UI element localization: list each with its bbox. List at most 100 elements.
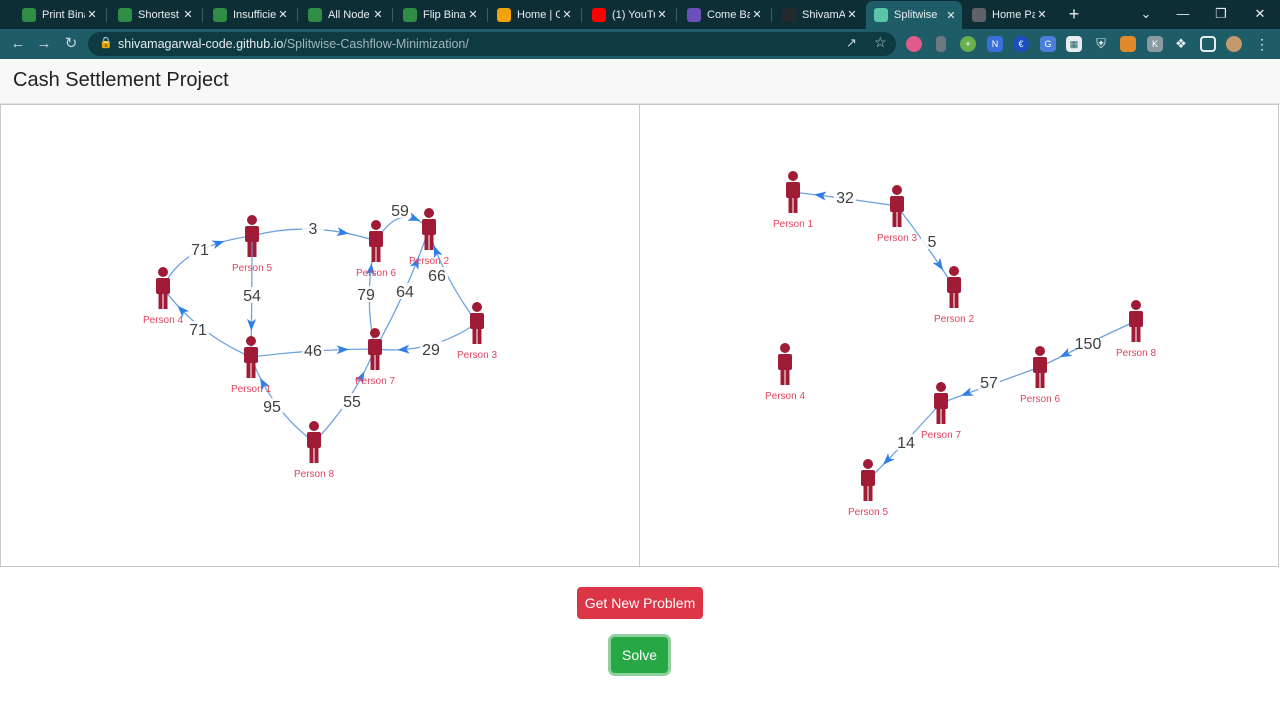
person-icon	[368, 328, 382, 370]
tab-title: Shortest	[138, 8, 179, 21]
edge-line	[375, 216, 430, 242]
url-text[interactable]: shivamagarwal-code.github.io/Splitwise-C…	[118, 37, 469, 51]
person-node[interactable]: Person 6	[1020, 346, 1060, 405]
sidepanel-icon[interactable]	[1200, 36, 1216, 52]
extension-new-icon[interactable]: N	[987, 36, 1003, 52]
extension-k-icon[interactable]: K	[1147, 36, 1163, 52]
extension-tool-icon[interactable]	[936, 36, 946, 52]
close-tab-icon[interactable]: ✕	[655, 8, 669, 21]
browser-tab[interactable]: ShivamA ✕	[774, 2, 863, 27]
person-node[interactable]: Person 2	[934, 266, 974, 325]
close-tab-icon[interactable]: ✕	[466, 8, 480, 21]
person-label: Person 4	[765, 391, 805, 402]
debt-edge[interactable]: 14	[867, 402, 942, 481]
browser-tab[interactable]: Print Bina ✕	[14, 2, 103, 27]
close-tab-icon[interactable]: ✕	[560, 8, 574, 21]
person-icon	[244, 336, 258, 378]
extension-plus-icon[interactable]: +	[960, 36, 976, 52]
extension-chart-icon[interactable]: ▦	[1066, 36, 1082, 52]
new-tab-icon[interactable]: +	[1064, 4, 1084, 24]
person-node[interactable]: Person 1	[773, 171, 813, 230]
forward-icon[interactable]: →	[34, 34, 54, 54]
get-new-problem-button[interactable]: Get New Problem	[577, 587, 703, 619]
extensions-puzzle-icon[interactable]: ❖	[1173, 36, 1189, 52]
minimize-icon[interactable]: —	[1168, 3, 1198, 25]
edge-amount-label: 64	[396, 284, 414, 301]
browser-tab[interactable]: Home | G ✕	[489, 2, 578, 27]
tab-separator	[676, 8, 677, 22]
close-window-icon[interactable]: ✕	[1245, 3, 1275, 25]
browser-tab[interactable]: All Node ✕	[300, 2, 389, 27]
close-tab-icon[interactable]: ✕	[1035, 8, 1049, 21]
debt-edge[interactable]: 5	[896, 205, 955, 288]
back-icon[interactable]: ←	[8, 34, 28, 54]
person-label: Person 1	[231, 384, 271, 395]
share-icon[interactable]: ↗	[846, 35, 857, 51]
edge-amount-label: 55	[343, 394, 361, 411]
tab-title: (1) YouTu	[612, 8, 655, 21]
person-node[interactable]: Person 1	[231, 336, 271, 395]
person-node[interactable]: Person 5	[848, 459, 888, 518]
browser-tab[interactable]: Home Pa ✕	[964, 2, 1053, 27]
restore-icon[interactable]: ❐	[1206, 3, 1236, 25]
extension-colorwheel-icon[interactable]	[906, 36, 922, 52]
browser-tab[interactable]: Come Ba ✕	[679, 2, 768, 27]
debt-edge[interactable]: 64	[374, 228, 430, 350]
reload-icon[interactable]: ↻	[61, 34, 81, 54]
debt-edge[interactable]: 59	[375, 202, 430, 242]
debt-edge[interactable]: 3	[251, 220, 377, 242]
address-bar[interactable]: 🔒 shivamagarwal-code.github.io/Splitwise…	[88, 32, 896, 56]
browser-tab[interactable]: Shortest ✕	[110, 2, 199, 27]
tab-separator	[487, 8, 488, 22]
person-node[interactable]: Person 8	[1116, 300, 1156, 359]
debt-edge[interactable]: 71	[162, 235, 253, 289]
youtube-icon	[592, 7, 606, 22]
menu-kebab-icon[interactable]: ⋮	[1254, 36, 1270, 52]
solution-graph[interactable]: 32 5 150 57 14 Person 1 Person 2 Person 3 Person…	[640, 105, 1280, 568]
debt-edge[interactable]: 55	[313, 348, 376, 443]
gfg-icon	[213, 7, 227, 22]
browser-tab[interactable]: (1) YouTu ✕	[584, 2, 673, 27]
browser-tab[interactable]: Insufficien✕	[205, 2, 294, 27]
person-label: Person 3	[877, 233, 917, 244]
person-node[interactable]: Person 4	[143, 267, 183, 326]
edge-arrowhead	[336, 227, 349, 236]
edge-amount-label: 79	[357, 287, 375, 304]
profile-avatar[interactable]	[1226, 36, 1242, 52]
person-icon	[778, 343, 792, 385]
debt-edge[interactable]: 66	[426, 228, 478, 324]
person-label: Person 2	[934, 314, 974, 325]
browser-toolbar: ← → ↻ 🔒 shivamagarwal-code.github.io/Spl…	[0, 29, 1280, 59]
edge-arrowhead	[211, 240, 225, 250]
extension-euro-icon[interactable]: €	[1013, 36, 1029, 52]
close-tab-icon[interactable]: ✕	[944, 9, 958, 22]
extension-fox-icon[interactable]	[1120, 36, 1136, 52]
browser-tab[interactable]: Splitwise ✕	[866, 1, 962, 29]
tab-search-icon[interactable]: ⌄	[1131, 3, 1161, 25]
close-tab-icon[interactable]: ✕	[750, 8, 764, 21]
problem-graph[interactable]: 71 3 54 71 46 95 55 79 64 66 29 59 Person 1 Person 2 P…	[1, 105, 641, 568]
browser-tab[interactable]: Flip Binar ✕	[395, 2, 484, 27]
bookmark-star-icon[interactable]: ☆	[874, 34, 887, 51]
url-path: /Splitwise-Cashflow-Minimization/	[283, 37, 469, 51]
close-tab-icon[interactable]: ✕	[276, 8, 290, 21]
person-label: Person 5	[848, 507, 888, 518]
close-tab-icon[interactable]: ✕	[845, 8, 859, 21]
debt-edge[interactable]: 46	[250, 342, 376, 360]
close-tab-icon[interactable]: ✕	[85, 8, 99, 21]
person-node[interactable]: Person 7	[355, 328, 395, 387]
person-node[interactable]: Person 6	[356, 220, 396, 279]
extension-translate-icon[interactable]: G	[1040, 36, 1056, 52]
debt-edge[interactable]: 95	[250, 356, 315, 443]
person-icon	[786, 171, 800, 213]
solve-button[interactable]: Solve	[611, 637, 668, 673]
extension-shield-icon[interactable]: ⛨	[1093, 36, 1109, 52]
debt-edge[interactable]: 32	[792, 189, 898, 207]
person-node[interactable]: Person 3	[877, 185, 917, 244]
close-tab-icon[interactable]: ✕	[371, 8, 385, 21]
debt-edge[interactable]: 150	[1039, 320, 1137, 368]
close-tab-icon[interactable]: ✕	[181, 8, 195, 21]
person-icon	[861, 459, 875, 501]
person-node[interactable]: Person 4	[765, 343, 805, 402]
person-node[interactable]: Person 7	[921, 382, 961, 441]
